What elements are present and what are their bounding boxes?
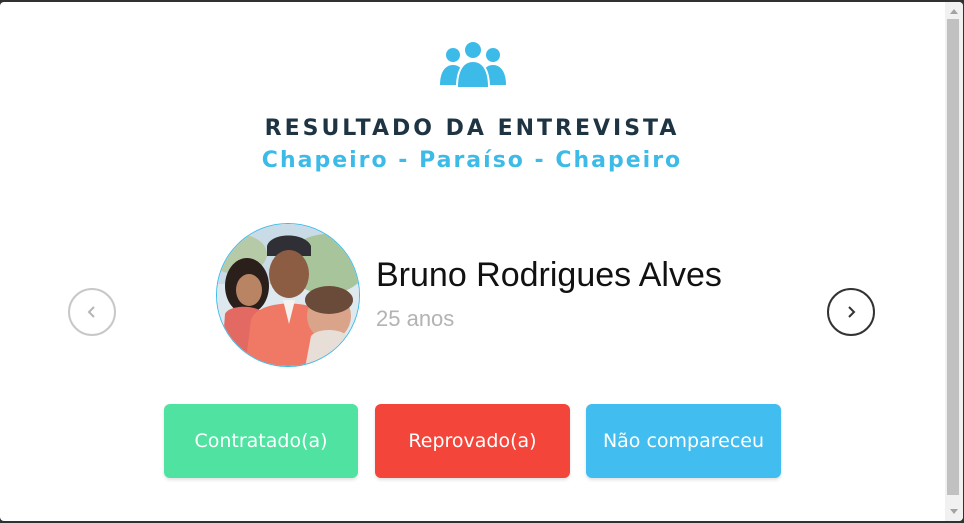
scroll-down-arrow-icon[interactable] (950, 509, 958, 514)
candidate-name: Bruno Rodrigues Alves (376, 256, 722, 294)
hired-button[interactable]: Contratado(a) (164, 404, 358, 478)
interview-result-modal: RESULTADO DA ENTREVISTA Chapeiro - Paraí… (0, 2, 963, 521)
next-candidate-button[interactable] (827, 288, 875, 336)
modal-scrollbar[interactable] (945, 2, 963, 521)
no-show-button[interactable]: Não compareceu (586, 404, 781, 478)
scroll-up-arrow-icon[interactable] (950, 9, 958, 14)
scrollbar-thumb[interactable] (947, 19, 959, 495)
job-subtitle: Chapeiro - Paraíso - Chapeiro (261, 148, 683, 173)
group-icon (440, 41, 506, 87)
avatar-photo (217, 224, 359, 366)
candidate-age: 25 anos (376, 306, 455, 331)
avatar (216, 223, 360, 367)
previous-candidate-button[interactable] (68, 288, 116, 336)
chevron-left-icon (87, 306, 95, 318)
rejected-button[interactable]: Reprovado(a) (375, 404, 570, 478)
modal-title: RESULTADO DA ENTREVISTA (264, 116, 680, 141)
chevron-right-icon (848, 306, 856, 318)
